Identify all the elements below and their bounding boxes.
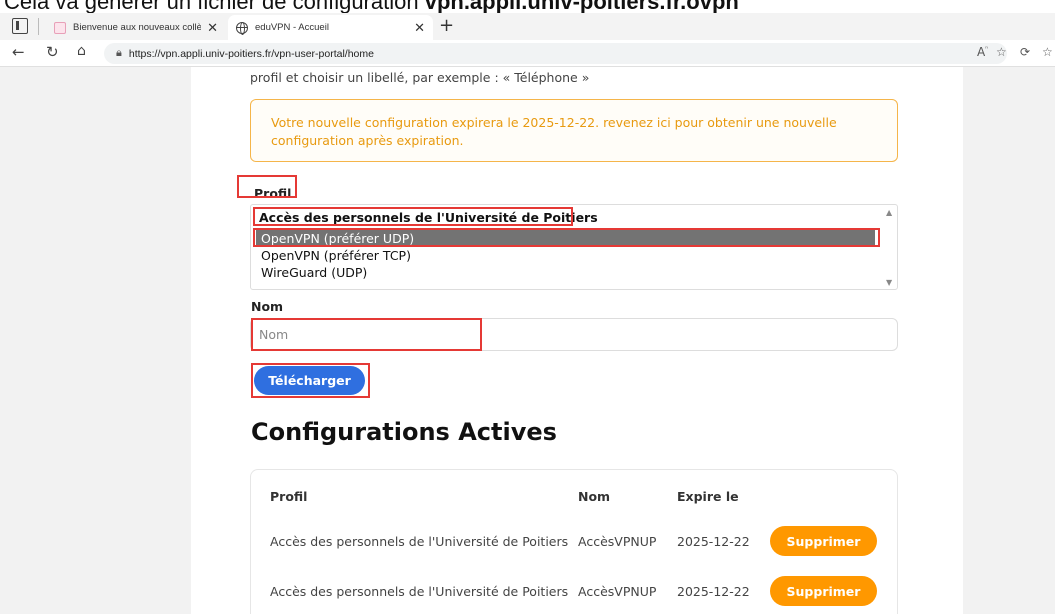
page-content: profil et choisir un libellé, par exempl… <box>191 67 963 614</box>
config-filename: vpn.appli.univ-poitiers.fr.ovpn <box>424 0 739 14</box>
profile-select[interactable]: Accès des personnels de l'Université de … <box>250 204 898 290</box>
column-header-expire: Expire le <box>677 489 739 504</box>
row-1-nom: AccèsVPNUP <box>578 534 657 549</box>
nom-input[interactable] <box>250 318 898 351</box>
profile-group-label: Accès des personnels de l'Université de … <box>259 210 598 225</box>
read-aloud-icon[interactable]: Aⁿ <box>977 45 988 59</box>
profil-label: Profil <box>254 186 292 201</box>
nom-label: Nom <box>251 299 284 314</box>
row-2-expire: 2025-12-22 <box>677 584 750 599</box>
download-button[interactable]: Télécharger <box>254 366 365 395</box>
tab-actions-icon[interactable] <box>12 18 28 34</box>
university-favicon-icon <box>54 21 66 34</box>
column-header-nom: Nom <box>578 489 611 504</box>
intro-text: profil et choisir un libellé, par exempl… <box>250 70 590 85</box>
active-configurations-title: Configurations Actives <box>251 418 557 446</box>
new-tab-icon[interactable]: + <box>439 15 454 36</box>
profile-option-openvpn-udp[interactable]: OpenVPN (préférer UDP) <box>256 230 875 247</box>
column-header-profil: Profil <box>270 489 308 504</box>
refresh-icon[interactable]: ↻ <box>46 43 59 61</box>
row-1-profil: Accès des personnels de l'Université de … <box>270 534 569 549</box>
close-icon[interactable]: ✕ <box>414 20 425 36</box>
lock-icon: 🔒︎ <box>116 47 122 59</box>
profile-option-wireguard[interactable]: WireGuard (UDP) <box>261 264 367 281</box>
page-viewport: profil et choisir un libellé, par exempl… <box>0 67 1055 614</box>
scroll-down-arrow-icon[interactable]: ▼ <box>886 278 892 287</box>
delete-button-row-2[interactable]: Supprimer <box>770 576 877 606</box>
row-2-nom: AccèsVPNUP <box>578 584 657 599</box>
active-configurations-table: Profil Nom Expire le Accès des personnel… <box>250 469 898 614</box>
tab-separator <box>38 18 39 35</box>
row-2-profil: Accès des personnels de l'Université de … <box>270 584 569 599</box>
home-icon[interactable]: ⌂ <box>77 43 86 59</box>
row-1-expire: 2025-12-22 <box>677 534 750 549</box>
close-icon[interactable]: ✕ <box>207 20 218 36</box>
favorites-bar-icon[interactable]: ☆ <box>1042 45 1053 59</box>
browser-tab-strip: Bienvenue aux nouveaux collègues ✕ eduVP… <box>0 13 1055 40</box>
globe-icon <box>236 21 248 35</box>
tab-eduvpn[interactable]: eduVPN - Accueil ✕ <box>228 15 433 40</box>
back-arrow-icon[interactable]: ← <box>12 43 25 61</box>
url-field[interactable]: 🔒︎ https://vpn.appli.univ-poitiers.fr/vp… <box>104 43 1007 64</box>
favorite-star-icon[interactable]: ☆ <box>996 45 1007 59</box>
listbox-scrollbar[interactable]: ▲ ▼ <box>884 205 897 289</box>
profile-option-openvpn-tcp[interactable]: OpenVPN (préférer TCP) <box>261 247 411 264</box>
expiration-notice: Votre nouvelle configuration expirera le… <box>250 99 898 162</box>
browser-address-bar: ← ↻ ⌂ 🔒︎ https://vpn.appli.univ-poitiers… <box>0 40 1055 67</box>
delete-button-row-1[interactable]: Supprimer <box>770 526 877 556</box>
scroll-up-arrow-icon[interactable]: ▲ <box>886 208 892 217</box>
tab-bienvenue[interactable]: Bienvenue aux nouveaux collègues ✕ <box>46 15 226 40</box>
extensions-icon[interactable]: ⟳ <box>1020 45 1030 59</box>
